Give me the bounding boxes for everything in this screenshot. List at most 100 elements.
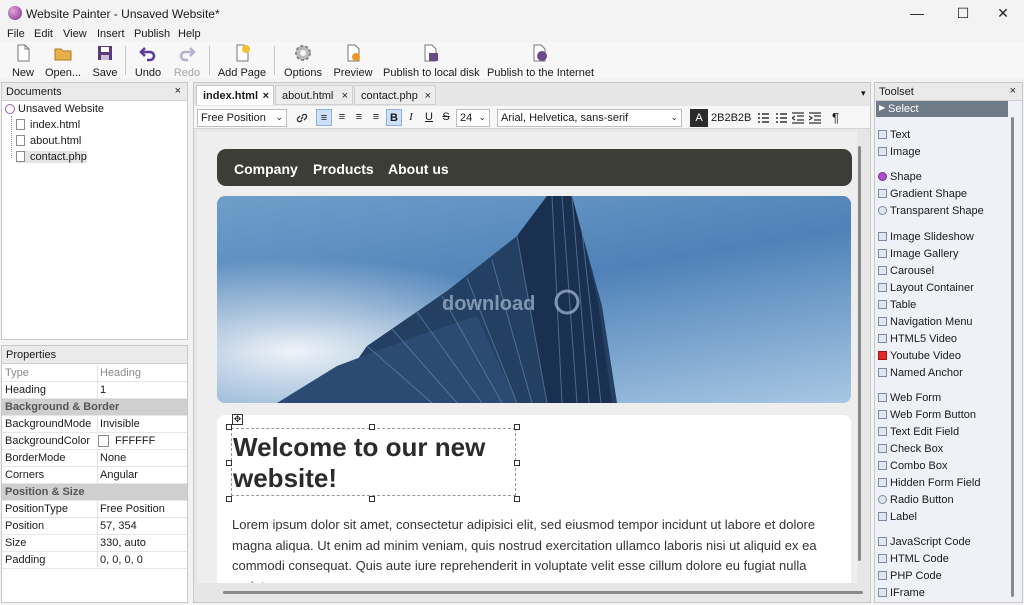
tool-check-box[interactable]: Check Box — [878, 443, 943, 455]
tool-web-form-button[interactable]: Web Form Button — [878, 409, 976, 421]
tool-gradient-shape[interactable]: Gradient Shape — [878, 188, 967, 200]
font-size-select[interactable]: 24 ⌄ — [456, 109, 490, 127]
page-paragraph[interactable]: Lorem ipsum dolor sit amet, consectetur … — [232, 515, 837, 583]
publish-internet-button[interactable]: Publish to the Internet — [487, 42, 594, 79]
prop-section-position[interactable]: Position & Size — [2, 484, 187, 501]
tree-item-index[interactable]: index.html — [16, 119, 80, 131]
resize-handle[interactable] — [226, 496, 232, 502]
prop-row-heading[interactable]: Heading 1 — [2, 382, 187, 399]
tool-named-anchor[interactable]: Named Anchor — [878, 367, 963, 379]
prop-value[interactable]: 0, 0, 0, 0 — [97, 552, 143, 568]
tool-text-edit-field[interactable]: Text Edit Field — [878, 426, 959, 438]
tab-about[interactable]: about.html × — [275, 85, 353, 105]
strikethrough-button[interactable]: S — [438, 109, 454, 126]
prop-row-background-mode[interactable]: BackgroundMode Invisible — [2, 416, 187, 433]
hero-image[interactable]: download — [217, 196, 851, 403]
tool-web-form[interactable]: Web Form — [878, 392, 941, 404]
link-icon[interactable] — [295, 111, 309, 125]
prop-value[interactable]: 57, 354 — [97, 518, 137, 534]
tab-close-button[interactable]: × — [425, 90, 431, 102]
tool-javascript-code[interactable]: JavaScript Code — [878, 536, 971, 548]
tabs-menu-button[interactable]: ▾ — [861, 88, 866, 99]
align-justify-button[interactable]: ≡ — [368, 109, 384, 126]
align-center-button[interactable]: ≡ — [334, 109, 350, 126]
prop-row-position-type[interactable]: PositionType Free Position — [2, 501, 187, 518]
tool-image-slideshow[interactable]: Image Slideshow — [878, 231, 974, 243]
tool-carousel[interactable]: Carousel — [878, 265, 934, 277]
toolset-close-button[interactable]: × — [1010, 85, 1016, 97]
nav-item-company[interactable]: Company — [234, 161, 298, 177]
tool-radio-button[interactable]: Radio Button — [878, 494, 954, 506]
options-button[interactable]: Options — [282, 42, 324, 79]
align-left-button[interactable]: ≡ — [316, 109, 332, 126]
tree-item-contact[interactable]: contact.php — [16, 151, 87, 163]
move-handle-icon[interactable]: ✥ — [232, 414, 243, 425]
tool-table[interactable]: Table — [878, 299, 916, 311]
new-button[interactable]: New — [8, 42, 38, 79]
menu-publish[interactable]: Publish — [134, 28, 170, 40]
indent-icon[interactable] — [809, 112, 821, 124]
tab-index[interactable]: index.html × — [196, 85, 274, 105]
prop-value[interactable]: Angular — [97, 467, 138, 483]
menu-file[interactable]: File — [7, 28, 25, 40]
font-family-select[interactable]: Arial, Helvetica, sans-serif ⌄ — [497, 109, 682, 127]
outdent-icon[interactable] — [792, 112, 804, 124]
tool-label[interactable]: Label — [878, 511, 917, 523]
menu-view[interactable]: View — [63, 28, 87, 40]
tool-text[interactable]: Text — [878, 129, 910, 141]
tab-contact[interactable]: contact.php × — [354, 85, 436, 105]
page-heading[interactable]: Welcome to our new website! — [233, 432, 513, 494]
tool-html-code[interactable]: HTML Code — [878, 553, 949, 565]
tool-image[interactable]: Image — [878, 146, 921, 158]
menu-insert[interactable]: Insert — [97, 28, 125, 40]
prop-value[interactable]: Free Position — [97, 501, 165, 517]
tool-transparent-shape[interactable]: Transparent Shape — [878, 205, 984, 217]
tool-layout-container[interactable]: Layout Container — [878, 282, 974, 294]
open-button[interactable]: Open... — [45, 42, 81, 79]
prop-value[interactable]: 1 — [97, 382, 106, 398]
undo-button[interactable]: Undo — [133, 42, 163, 79]
prop-row-padding[interactable]: Padding 0, 0, 0, 0 — [2, 552, 187, 569]
tool-html5-video[interactable]: HTML5 Video — [878, 333, 957, 345]
numbered-list-icon[interactable] — [775, 112, 787, 124]
tree-item-about[interactable]: about.html — [16, 135, 81, 147]
prop-row-size[interactable]: Size 330, auto — [2, 535, 187, 552]
publish-local-button[interactable]: Publish to local disk — [383, 42, 480, 79]
position-type-select[interactable]: Free Position ⌄ — [197, 109, 287, 127]
tool-youtube-video[interactable]: Youtube Video — [878, 350, 961, 362]
site-nav-bar[interactable]: Company Products About us — [217, 149, 852, 186]
underline-button[interactable]: U — [421, 109, 437, 126]
resize-handle[interactable] — [514, 496, 520, 502]
nav-item-products[interactable]: Products — [313, 161, 374, 177]
prop-value[interactable]: FFFFFF — [115, 435, 155, 447]
tool-php-code[interactable]: PHP Code — [878, 570, 942, 582]
save-button[interactable]: Save — [92, 42, 118, 79]
menu-help[interactable]: Help — [178, 28, 201, 40]
prop-row-border-mode[interactable]: BorderMode None — [2, 450, 187, 467]
tool-image-gallery[interactable]: Image Gallery — [878, 248, 958, 260]
resize-handle[interactable] — [514, 460, 520, 466]
resize-handle[interactable] — [514, 424, 520, 430]
bold-button[interactable]: B — [386, 109, 402, 126]
selected-heading-frame[interactable]: Welcome to our new website! — [231, 428, 516, 496]
align-right-button[interactable]: ≡ — [351, 109, 367, 126]
tool-shape[interactable]: Shape — [878, 171, 922, 183]
tool-iframe[interactable]: IFrame — [878, 587, 925, 599]
add-page-button[interactable]: Add Page — [217, 42, 267, 79]
prop-value[interactable]: Invisible — [97, 416, 140, 432]
prop-value[interactable]: None — [97, 450, 126, 466]
color-swatch[interactable] — [98, 435, 109, 447]
toolset-scrollbar[interactable] — [1011, 117, 1014, 597]
prop-row-background-color[interactable]: BackgroundColor FFFFFF — [2, 433, 187, 450]
resize-handle[interactable] — [369, 424, 375, 430]
tool-hidden-form-field[interactable]: Hidden Form Field — [878, 477, 980, 489]
prop-value[interactable]: 330, auto — [97, 535, 146, 551]
close-button[interactable]: ✕ — [980, 0, 1024, 27]
documents-close-button[interactable]: × — [175, 85, 181, 97]
nav-item-about[interactable]: About us — [388, 161, 449, 177]
prop-row-position[interactable]: Position 57, 354 — [2, 518, 187, 535]
resize-handle[interactable] — [369, 496, 375, 502]
preview-button[interactable]: Preview — [333, 42, 373, 79]
tool-navigation-menu[interactable]: Navigation Menu — [878, 316, 973, 328]
redo-button[interactable]: Redo — [172, 42, 202, 79]
